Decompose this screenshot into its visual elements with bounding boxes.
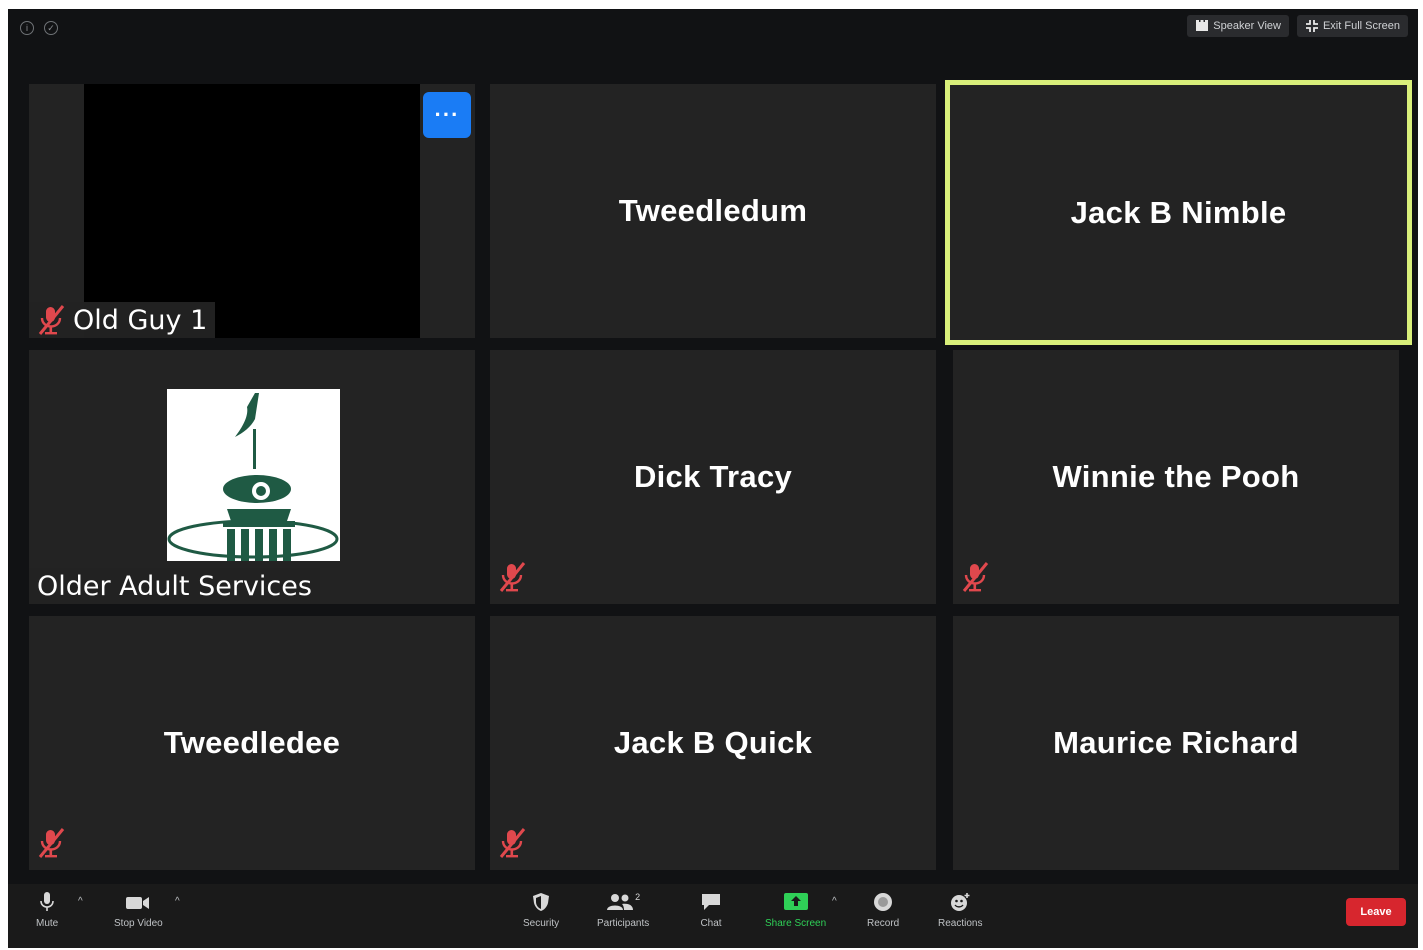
more-options-button[interactable]: ···	[423, 92, 471, 138]
exit-full-screen-button[interactable]: Exit Full Screen	[1296, 15, 1408, 37]
organization-logo	[167, 389, 340, 561]
participants-label: Participants	[597, 918, 650, 929]
reactions-button[interactable]: Reactions	[938, 892, 982, 929]
microphone-icon	[40, 892, 54, 911]
participant-tile-jack-b-quick[interactable]: Jack B Quick	[490, 616, 936, 870]
building-dome-logo-icon	[167, 393, 339, 561]
participant-name-label: Old Guy 1	[29, 302, 216, 338]
leave-meeting-button[interactable]: Leave	[1346, 898, 1406, 926]
participant-tile-maurice-richard[interactable]: Maurice Richard	[953, 616, 1399, 870]
participants-icon	[607, 894, 634, 910]
info-icon[interactable]: i	[20, 21, 34, 35]
muted-mic-badge	[498, 827, 526, 864]
muted-mic-badge	[498, 561, 526, 598]
muted-mic-icon	[38, 305, 65, 335]
share-screen-button[interactable]: Share Screen	[765, 892, 826, 929]
muted-mic-icon	[962, 562, 989, 592]
share-screen-icon	[783, 893, 808, 910]
top-left-controls: i ✓	[20, 21, 58, 35]
view-controls: Speaker View Exit Full Screen	[1187, 15, 1408, 37]
record-label: Record	[867, 918, 900, 929]
participant-name: Winnie the Pooh	[1052, 459, 1300, 494]
speaker-view-label: Speaker View	[1213, 20, 1281, 32]
meeting-window: i ✓ Speaker View Exit Full Screen ··· Ol…	[8, 9, 1418, 948]
security-shield-icon[interactable]: ✓	[44, 21, 58, 35]
security-button[interactable]: Security	[523, 892, 559, 929]
participants-count: 2	[635, 892, 641, 902]
participant-tile-old-guy-1[interactable]: ··· Old Guy 1	[29, 84, 475, 338]
speaker-view-button[interactable]: Speaker View	[1187, 15, 1289, 37]
exit-full-screen-icon	[1305, 20, 1318, 32]
participant-name-label: Older Adult Services	[29, 568, 320, 604]
stop-video-label: Stop Video	[114, 918, 163, 929]
muted-mic-badge	[961, 561, 989, 598]
participant-name: Older Adult Services	[37, 570, 312, 602]
record-icon	[874, 893, 893, 911]
participant-name: Jack B Nimble	[1070, 194, 1287, 230]
participant-name: Dick Tracy	[633, 459, 793, 494]
reactions-label: Reactions	[938, 918, 983, 929]
participant-tile-jack-b-nimble-active-speaker[interactable]: Jack B Nimble	[945, 80, 1412, 345]
participant-tile-older-adult-services[interactable]: Older Adult Services	[29, 350, 475, 604]
mute-label: Mute	[36, 918, 59, 929]
muted-mic-icon	[499, 562, 526, 592]
reactions-smiley-icon	[951, 893, 970, 911]
participant-tile-winnie-the-pooh[interactable]: Winnie the Pooh	[953, 350, 1399, 604]
muted-mic-icon	[499, 828, 526, 858]
participant-tile-tweedledee[interactable]: Tweedledee	[29, 616, 475, 870]
chat-button[interactable]: Chat	[700, 892, 722, 929]
mute-button[interactable]: Mute	[36, 892, 58, 929]
participant-name: Tweedledum	[618, 193, 808, 228]
muted-mic-icon	[38, 828, 65, 858]
participant-name: Old Guy 1	[73, 304, 208, 336]
participant-video	[84, 84, 420, 338]
participant-name: Maurice Richard	[1053, 725, 1299, 760]
chat-bubble-icon	[702, 894, 720, 910]
muted-mic-badge	[37, 827, 65, 864]
video-options-caret-icon[interactable]: ^	[175, 896, 180, 907]
participant-name: Jack B Quick	[613, 725, 813, 760]
share-options-caret-icon[interactable]: ^	[832, 896, 837, 907]
speaker-view-icon	[1196, 20, 1209, 31]
video-camera-icon	[126, 897, 150, 909]
security-label: Security	[523, 918, 560, 929]
record-button[interactable]: Record	[867, 892, 899, 929]
stop-video-button[interactable]: Stop Video	[114, 892, 163, 929]
meeting-toolbar: Mute ^ Stop Video ^ Security 2 Participa…	[8, 884, 1418, 948]
exit-full-screen-label: Exit Full Screen	[1322, 20, 1400, 32]
chat-label: Chat	[700, 918, 722, 929]
participant-name: Tweedledee	[163, 725, 341, 760]
audio-options-caret-icon[interactable]: ^	[78, 896, 83, 907]
participant-tile-tweedledum[interactable]: Tweedledum	[490, 84, 936, 338]
participant-tile-dick-tracy[interactable]: Dick Tracy	[490, 350, 936, 604]
share-screen-label: Share Screen	[765, 918, 827, 929]
participants-button[interactable]: 2 Participants	[597, 892, 649, 929]
shield-icon	[533, 893, 550, 911]
